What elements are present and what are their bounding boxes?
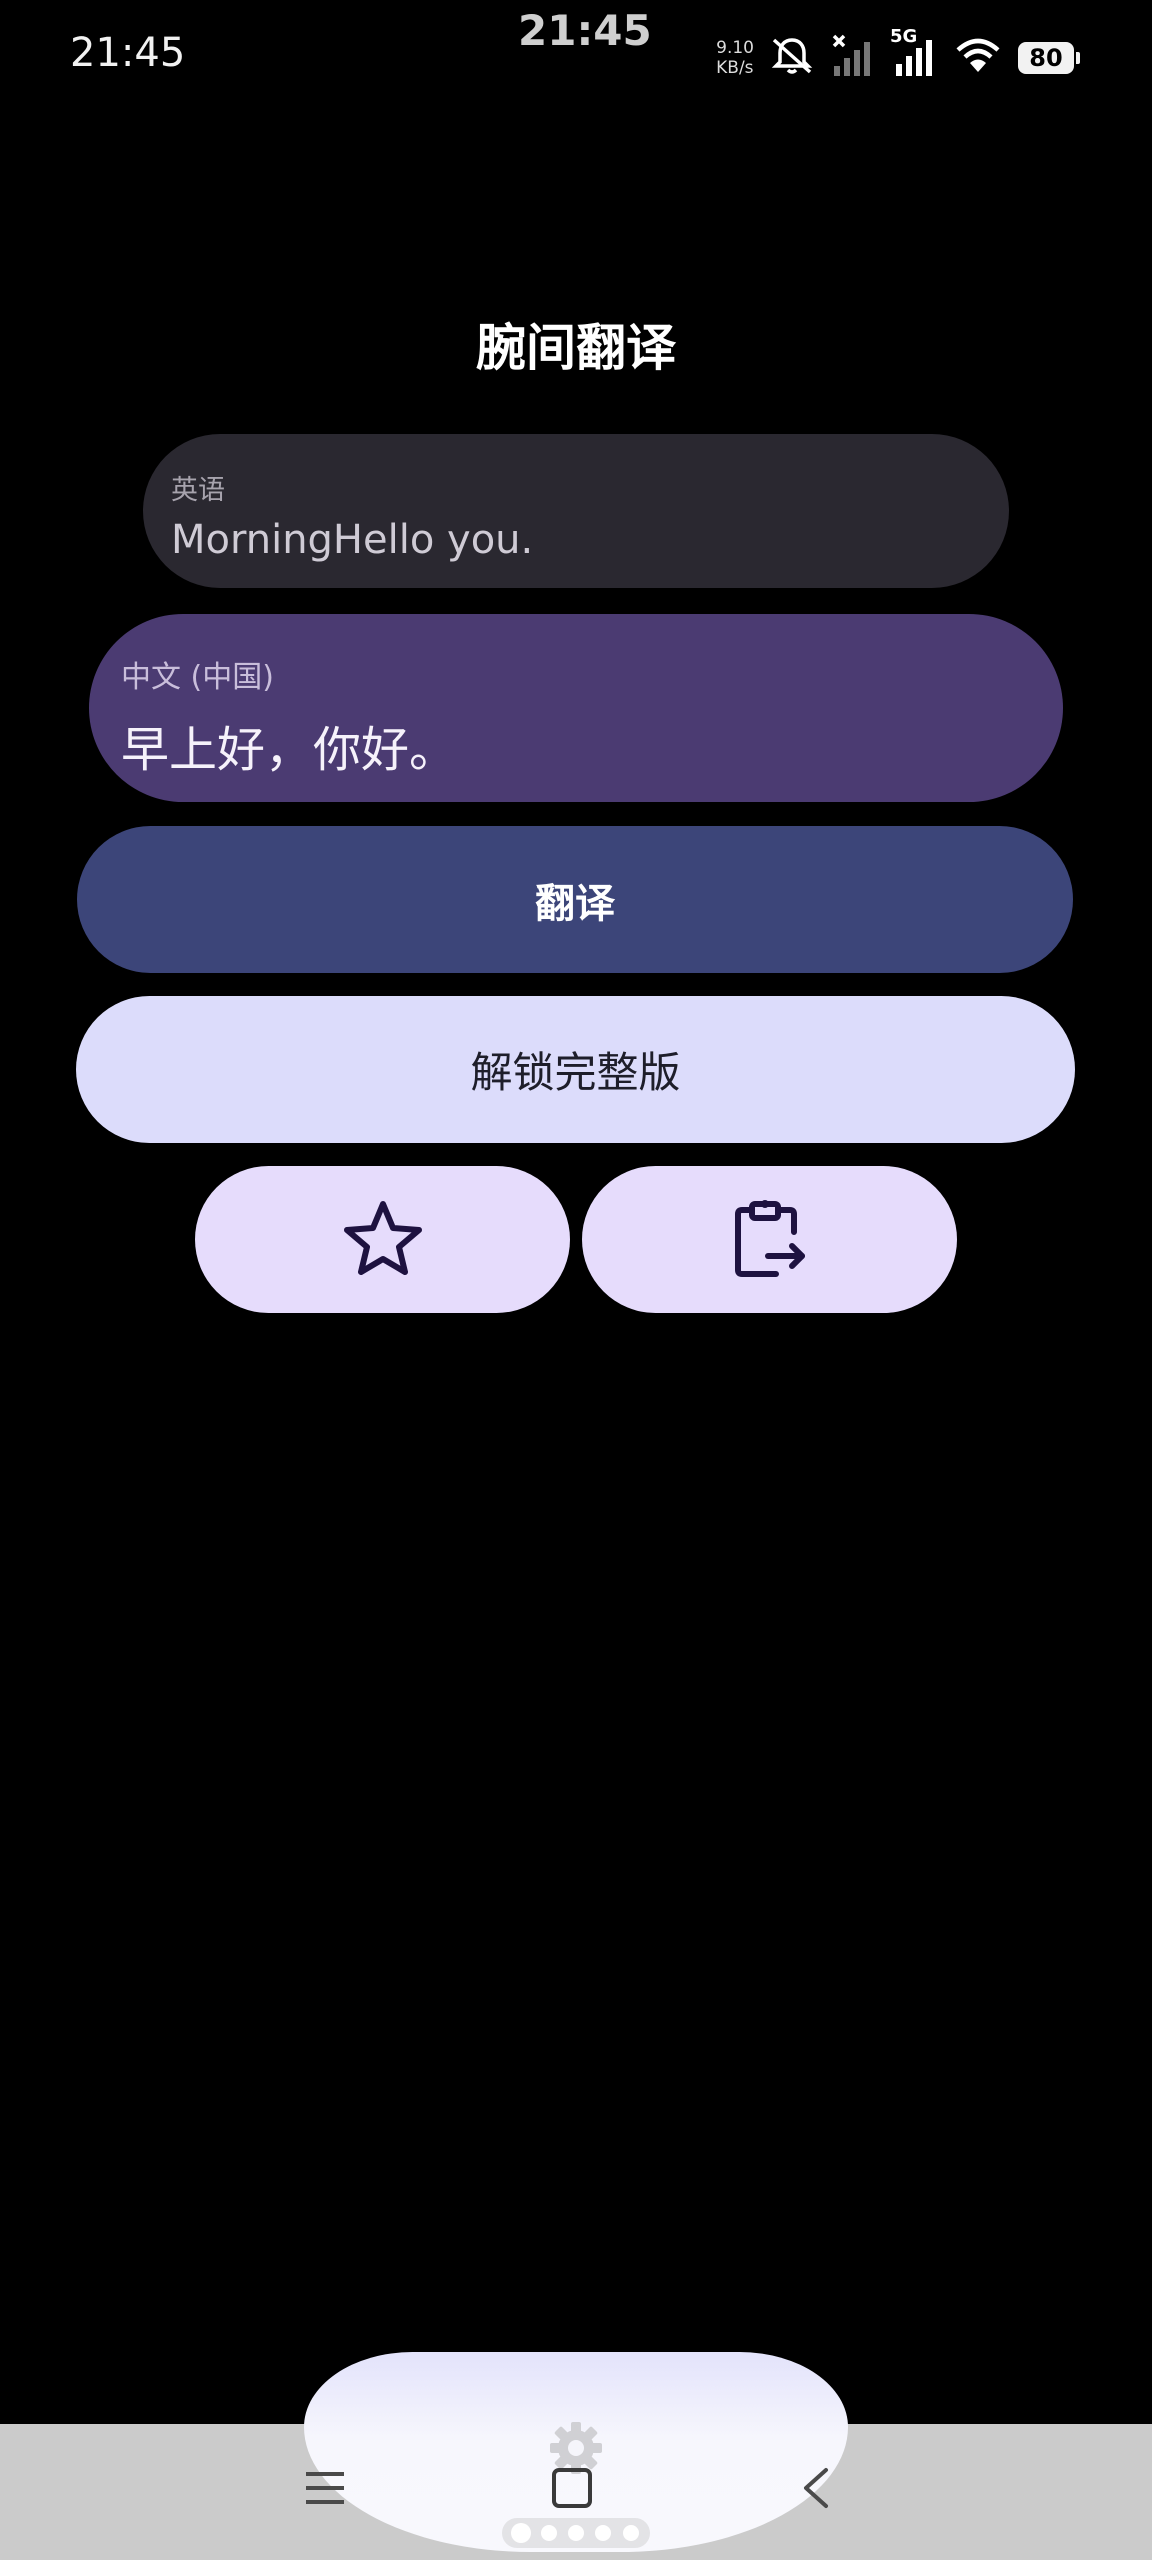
star-icon: [341, 1198, 425, 1282]
menu-icon[interactable]: [302, 2468, 348, 2512]
wifi-icon: [954, 36, 1002, 80]
home-icon[interactable]: [550, 2466, 594, 2514]
translation-result-text: 早上好，你好。: [121, 722, 458, 778]
clipboard-export-icon: [732, 1198, 808, 1282]
source-input-card[interactable]: 英语 MorningHello you.: [143, 434, 1009, 588]
copy-to-clipboard-button[interactable]: [582, 1166, 957, 1313]
net-speed-value: 9.10: [716, 38, 754, 58]
app-title: 腕间翻译: [476, 319, 676, 377]
favorite-button[interactable]: [195, 1166, 570, 1313]
page-dot: [513, 2525, 530, 2541]
no-signal-icon: [830, 34, 874, 82]
translation-output-card[interactable]: 中文 (中国) 早上好，你好。: [89, 614, 1063, 802]
source-language-label: 英语: [171, 475, 225, 506]
translate-button[interactable]: 翻译: [77, 826, 1073, 973]
net-speed-unit: KB/s: [716, 58, 754, 78]
battery-icon: 80: [1018, 42, 1080, 74]
status-time: 21:45: [70, 30, 186, 76]
signal-icon: 5G: [890, 26, 938, 82]
page-dot: [595, 2525, 612, 2541]
center-clock: 21:45: [518, 6, 652, 55]
source-text-input[interactable]: MorningHello you.: [171, 517, 981, 563]
status-icons: 9.10 KB/s 5G 80: [716, 26, 1080, 88]
net-speed: 9.10 KB/s: [716, 38, 754, 78]
page-dot: [540, 2525, 557, 2541]
unlock-full-version-button[interactable]: 解锁完整版: [76, 996, 1075, 1143]
target-language-label: 中文 (中国): [121, 660, 274, 695]
page-dot: [622, 2525, 639, 2541]
mute-icon: [770, 36, 814, 80]
page-dot: [567, 2525, 584, 2541]
back-icon[interactable]: [796, 2466, 836, 2514]
network-type: 5G: [890, 26, 918, 47]
page-indicator: [502, 2518, 650, 2548]
